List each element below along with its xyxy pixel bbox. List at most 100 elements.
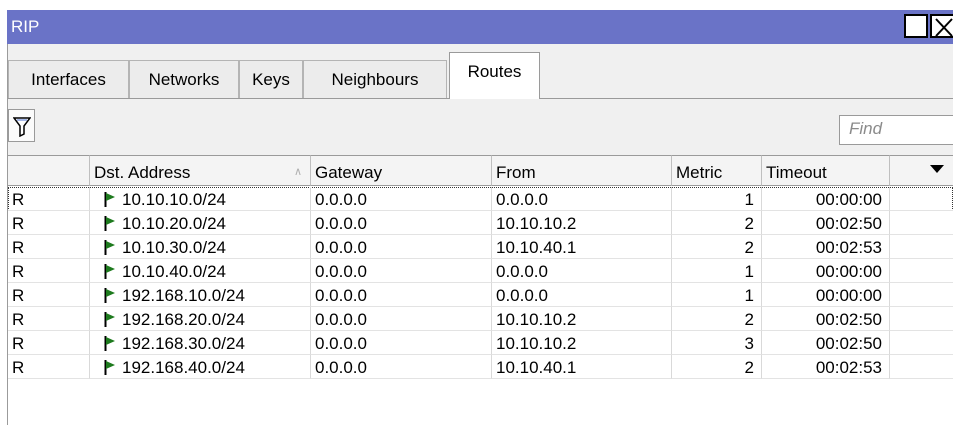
cell-from: 10.10.40.1 xyxy=(492,235,672,259)
cell-metric: 2 xyxy=(672,307,762,331)
cell-from: 10.10.40.1 xyxy=(492,355,672,379)
tab-networks[interactable]: Networks xyxy=(129,60,239,98)
chevron-down-icon xyxy=(930,165,944,173)
table-row[interactable]: R 192.168.10.0/24 0.0.0.0 0.0.0.0 1 00:00:00 xyxy=(8,283,953,307)
route-flag-icon xyxy=(104,288,115,303)
cell-gateway: 0.0.0.0 xyxy=(311,259,492,283)
filter-button[interactable] xyxy=(8,109,35,142)
cell-dst: 10.10.40.0/24 xyxy=(90,259,311,283)
cell-filler xyxy=(890,235,953,259)
column-header-timeout[interactable]: Timeout xyxy=(762,155,890,186)
window-title: RIP xyxy=(11,17,40,36)
cell-text: 192.168.30.0/24 xyxy=(122,334,245,353)
tab-label: Interfaces xyxy=(31,69,106,89)
cell-timeout: 00:02:50 xyxy=(762,331,890,355)
cell-filler xyxy=(890,307,953,331)
cell-from: 0.0.0.0 xyxy=(492,259,672,283)
cell-metric: 2 xyxy=(672,211,762,235)
cell-timeout: 00:02:50 xyxy=(762,307,890,331)
close-icon xyxy=(935,18,953,36)
column-header-label: Gateway xyxy=(315,163,383,182)
tab-keys[interactable]: Keys xyxy=(239,60,303,98)
cell-from: 10.10.10.2 xyxy=(492,331,672,355)
table-row[interactable]: R 192.168.20.0/24 0.0.0.0 10.10.10.2 2 00:02:… xyxy=(8,307,953,331)
cell-metric: 1 xyxy=(672,187,762,211)
cell-dst: 10.10.30.0/24 xyxy=(90,235,311,259)
maximize-button[interactable] xyxy=(904,14,928,38)
table-row[interactable]: R 192.168.40.0/24 0.0.0.0 10.10.40.1 2 00:02:… xyxy=(8,355,953,379)
cell-dst: 10.10.10.0/24 xyxy=(90,187,311,211)
tab-label: Routes xyxy=(467,62,522,81)
tab-label: Networks xyxy=(148,69,220,89)
table-row[interactable]: R 10.10.10.0/24 0.0.0.0 0.0.0.0 1 00:00:00 xyxy=(8,187,953,211)
cell-flag: R xyxy=(8,235,90,259)
cell-metric: 2 xyxy=(672,235,762,259)
cell-text: 10.10.20.0/24 xyxy=(122,214,226,233)
cell-timeout: 00:02:53 xyxy=(762,235,890,259)
cell-metric: 1 xyxy=(672,283,762,307)
cell-text: 192.168.20.0/24 xyxy=(122,310,245,329)
column-header-label: Timeout xyxy=(766,163,827,182)
cell-flag: R xyxy=(8,283,90,307)
find-input[interactable]: Find xyxy=(839,115,953,145)
cell-flag: R xyxy=(8,259,90,283)
cell-from: 10.10.10.2 xyxy=(492,211,672,235)
cell-gateway: 0.0.0.0 xyxy=(311,235,492,259)
window-titlebar[interactable]: RIP xyxy=(7,10,953,44)
cell-flag: R xyxy=(8,187,90,211)
cell-text: 10.10.10.0/24 xyxy=(122,190,226,209)
cell-gateway: 0.0.0.0 xyxy=(311,355,492,379)
close-button[interactable] xyxy=(930,14,953,38)
table-row[interactable]: R 10.10.20.0/24 0.0.0.0 10.10.10.2 2 00:02:50 xyxy=(8,211,953,235)
column-header-gateway[interactable]: Gateway xyxy=(311,155,492,186)
column-header-label: Dst. Address xyxy=(94,163,191,182)
table-row[interactable]: R 10.10.30.0/24 0.0.0.0 10.10.40.1 2 00:02:53 xyxy=(8,235,953,259)
cell-text: 192.168.10.0/24 xyxy=(122,286,245,305)
tab-interfaces[interactable]: Interfaces xyxy=(8,60,129,98)
column-header-from[interactable]: From xyxy=(492,155,672,186)
route-flag-icon xyxy=(104,360,115,375)
tab-routes[interactable]: Routes xyxy=(449,52,540,99)
route-flag-icon xyxy=(104,216,115,231)
route-flag-icon xyxy=(104,192,115,207)
tab-label: Neighbours xyxy=(331,69,419,89)
cell-metric: 2 xyxy=(672,355,762,379)
cell-flag: R xyxy=(8,211,90,235)
cell-filler xyxy=(890,187,953,211)
cell-flag: R xyxy=(8,355,90,379)
cell-timeout: 00:02:50 xyxy=(762,211,890,235)
cell-gateway: 0.0.0.0 xyxy=(311,211,492,235)
cell-filler xyxy=(890,259,953,283)
cell-metric: 3 xyxy=(672,331,762,355)
cell-dst: 192.168.30.0/24 xyxy=(90,331,311,355)
route-flag-icon xyxy=(104,336,115,351)
cell-timeout: 00:02:53 xyxy=(762,355,890,379)
tab-neighbours[interactable]: Neighbours xyxy=(303,60,447,98)
column-header-dst-address[interactable]: Dst. Address ∧ xyxy=(90,155,311,186)
cell-gateway: 0.0.0.0 xyxy=(311,187,492,211)
table-row[interactable]: R 192.168.30.0/24 0.0.0.0 10.10.10.2 3 00:02:… xyxy=(8,331,953,355)
cell-dst: 10.10.20.0/24 xyxy=(90,211,311,235)
cell-metric: 1 xyxy=(672,259,762,283)
cell-gateway: 0.0.0.0 xyxy=(311,283,492,307)
cell-filler xyxy=(890,355,953,379)
cell-filler xyxy=(890,331,953,355)
route-flag-icon xyxy=(104,240,115,255)
cell-text: 192.168.40.0/24 xyxy=(122,358,245,377)
column-header-flags[interactable] xyxy=(8,155,90,186)
routes-table: Dst. Address ∧ Gateway From Metric Timeo… xyxy=(8,155,953,425)
column-header-label: From xyxy=(496,163,536,182)
column-chooser[interactable] xyxy=(890,155,953,186)
table-row[interactable]: R 10.10.40.0/24 0.0.0.0 0.0.0.0 1 00:00:00 xyxy=(8,259,953,283)
cell-filler xyxy=(890,211,953,235)
column-header-label: Metric xyxy=(676,163,723,182)
cell-text: 10.10.30.0/24 xyxy=(122,238,226,257)
cell-from: 0.0.0.0 xyxy=(492,283,672,307)
cell-from: 0.0.0.0 xyxy=(492,187,672,211)
cell-gateway: 0.0.0.0 xyxy=(311,331,492,355)
cell-timeout: 00:00:00 xyxy=(762,283,890,307)
cell-filler xyxy=(890,283,953,307)
column-header-metric[interactable]: Metric xyxy=(672,155,762,186)
cell-from: 10.10.10.2 xyxy=(492,307,672,331)
toolbar xyxy=(8,99,953,155)
